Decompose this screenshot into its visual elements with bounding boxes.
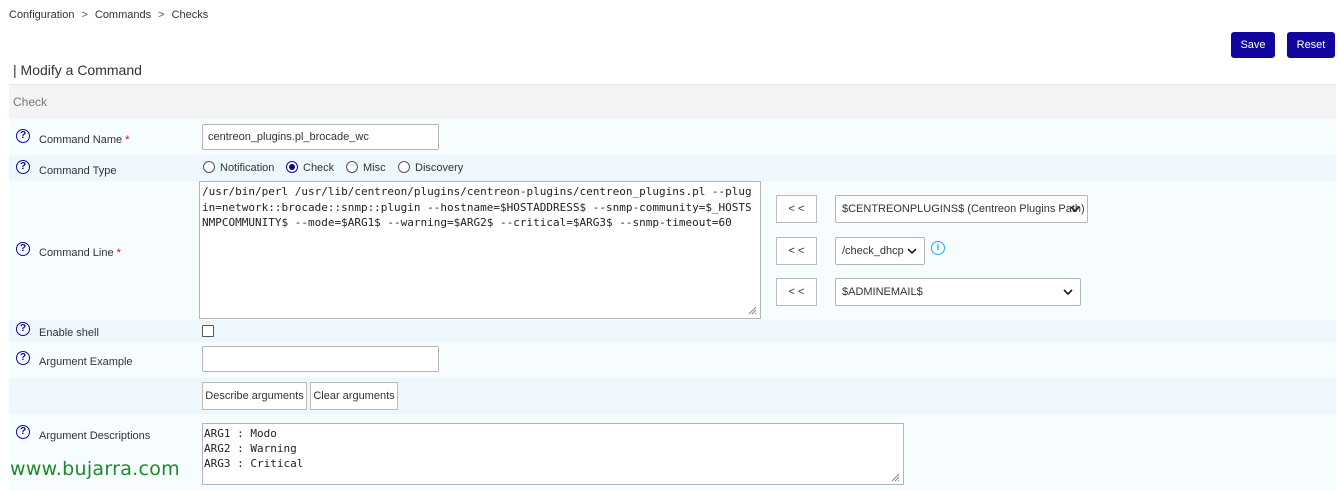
save-button[interactable]: Save (1231, 32, 1275, 58)
radio-discovery[interactable] (398, 161, 410, 173)
check-command-select[interactable]: /check_dhcp (835, 237, 925, 265)
enable-shell-checkbox[interactable] (202, 325, 214, 337)
argument-example-input[interactable] (202, 346, 439, 372)
insert-macro-button[interactable]: < < (776, 278, 817, 306)
radio-discovery-label[interactable]: Discovery (415, 162, 463, 174)
command-name-label: Command Name * (39, 134, 130, 146)
required-marker: * (116, 247, 121, 259)
clear-arguments-button[interactable]: Clear arguments (310, 382, 398, 410)
chevron-down-icon (1070, 206, 1080, 213)
radio-notification-label[interactable]: Notification (220, 162, 274, 174)
resize-handle-icon[interactable] (747, 305, 757, 315)
help-icon[interactable]: ? (16, 351, 30, 365)
macro-select-value: $ADMINEMAIL$ (842, 286, 923, 298)
radio-misc[interactable] (346, 161, 358, 173)
check-command-select-value: /check_dhcp (842, 245, 904, 257)
argument-example-label: Argument Example (39, 356, 133, 368)
page-title: | Modify a Command (13, 62, 142, 78)
enable-shell-label: Enable shell (39, 327, 99, 339)
breadcrumb-separator: > (158, 9, 165, 21)
radio-misc-label[interactable]: Misc (363, 162, 386, 174)
chevron-down-icon (907, 248, 917, 255)
insert-plugin-path-button[interactable]: < < (776, 195, 817, 223)
watermark: www.bujarra.com (10, 458, 180, 480)
section-header: Check (9, 84, 1336, 119)
command-line-label: Command Line * (39, 247, 121, 259)
radio-check[interactable] (286, 161, 298, 173)
chevron-down-icon (1063, 289, 1073, 296)
command-name-input[interactable] (202, 124, 439, 150)
argument-descriptions-textarea[interactable]: ARG1 : Modo ARG2 : Warning ARG3 : Critic… (202, 423, 904, 485)
breadcrumb-checks[interactable]: Checks (172, 9, 209, 21)
help-icon[interactable]: ? (16, 129, 30, 143)
breadcrumb: Configuration > Commands > Checks (9, 9, 208, 21)
describe-arguments-button[interactable]: Describe arguments (202, 382, 307, 410)
help-icon[interactable]: ? (16, 242, 30, 256)
plugin-path-select[interactable]: $CENTREONPLUGINS$ (Centreon Plugins Path… (835, 195, 1088, 223)
insert-check-command-button[interactable]: < < (776, 237, 817, 265)
plugin-path-select-value: $CENTREONPLUGINS$ (Centreon Plugins Path… (842, 203, 1085, 215)
command-type-label: Command Type (39, 165, 117, 177)
resize-handle-icon[interactable] (890, 472, 900, 482)
reset-button[interactable]: Reset (1287, 32, 1335, 58)
breadcrumb-separator: > (81, 9, 88, 21)
required-marker: * (125, 134, 130, 146)
section-title: Check (13, 95, 48, 109)
radio-notification[interactable] (203, 161, 215, 173)
command-line-textarea[interactable]: /usr/bin/perl /usr/lib/centreon/plugins/… (199, 181, 761, 319)
breadcrumb-configuration[interactable]: Configuration (9, 9, 74, 21)
help-icon[interactable]: ? (16, 425, 30, 439)
macro-select[interactable]: $ADMINEMAIL$ (835, 278, 1081, 306)
info-icon[interactable]: i (931, 241, 945, 255)
breadcrumb-commands[interactable]: Commands (95, 9, 151, 21)
argument-descriptions-label: Argument Descriptions (39, 430, 151, 442)
help-icon[interactable]: ? (16, 160, 30, 174)
help-icon[interactable]: ? (16, 322, 30, 336)
radio-check-label[interactable]: Check (303, 162, 334, 174)
